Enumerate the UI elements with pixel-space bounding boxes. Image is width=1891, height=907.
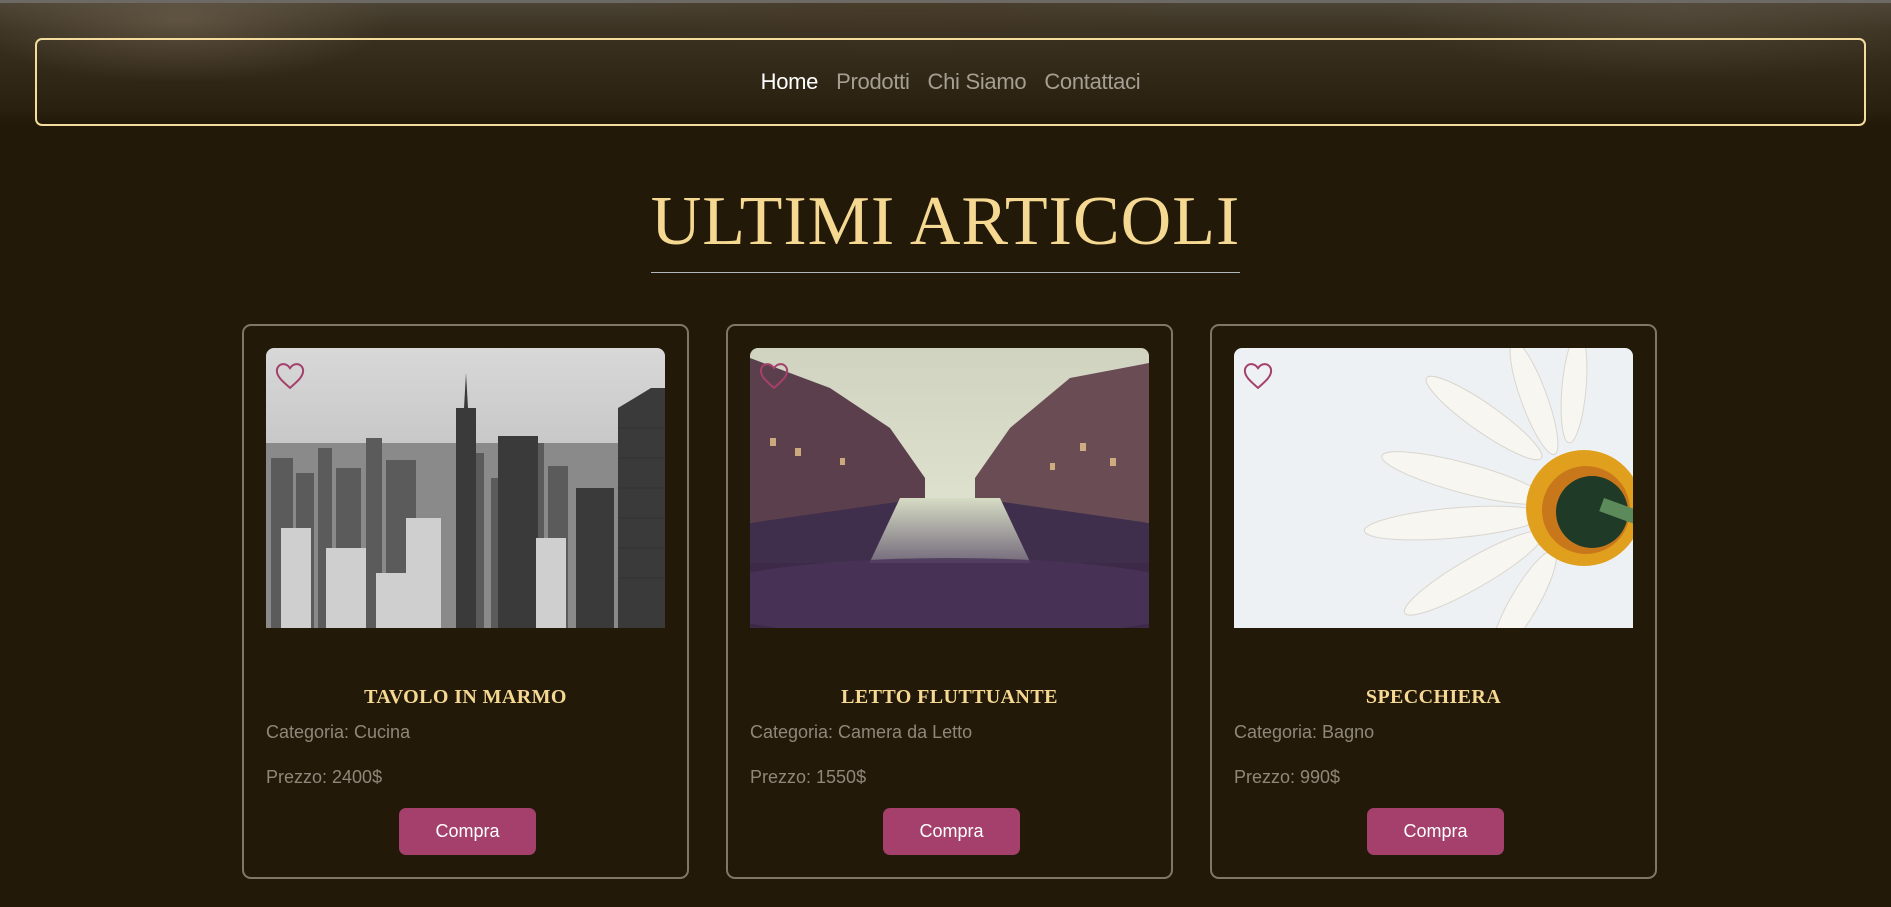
product-name: TAVOLO IN MARMO (364, 686, 567, 708)
nav-link-home[interactable]: Home (761, 69, 819, 95)
nav-link-prodotti[interactable]: Prodotti (836, 69, 910, 95)
product-category: Categoria: Camera da Letto (750, 722, 973, 742)
buy-button[interactable]: Compra (883, 808, 1020, 855)
buy-button[interactable]: Compra (1367, 808, 1504, 855)
nav-link-contattaci[interactable]: Contattaci (1044, 69, 1140, 95)
page-title: ULTIMI ARTICOLI (650, 180, 1241, 273)
daisy-flower-image (1234, 348, 1633, 628)
main-navbar: Home Prodotti Chi Siamo Contattaci (35, 38, 1866, 126)
heart-icon[interactable] (1243, 362, 1273, 390)
section-header: ULTIMI ARTICOLI (0, 180, 1891, 273)
buy-button[interactable]: Compra (399, 808, 536, 855)
product-card: TAVOLO IN MARMO Categoria: Cucina Prezzo… (242, 324, 689, 879)
product-price: Prezzo: 1550$ (750, 767, 867, 787)
product-price: Prezzo: 990$ (1234, 767, 1341, 787)
product-category: Categoria: Cucina (266, 722, 411, 742)
product-category: Categoria: Bagno (1234, 722, 1375, 742)
city-skyline-image (266, 348, 665, 628)
heart-icon[interactable] (759, 362, 789, 390)
product-name: LETTO FLUTTUANTE (841, 686, 1058, 708)
heart-icon[interactable] (275, 362, 305, 390)
product-card: LETTO FLUTTUANTE Categoria: Camera da Le… (726, 324, 1173, 879)
product-card: SPECCHIERA Categoria: Bagno Prezzo: 990$… (1210, 324, 1657, 879)
product-name: SPECCHIERA (1365, 686, 1502, 708)
nav-link-chi-siamo[interactable]: Chi Siamo (928, 69, 1027, 95)
product-price: Prezzo: 2400$ (266, 767, 383, 787)
canal-city-image (750, 348, 1149, 628)
